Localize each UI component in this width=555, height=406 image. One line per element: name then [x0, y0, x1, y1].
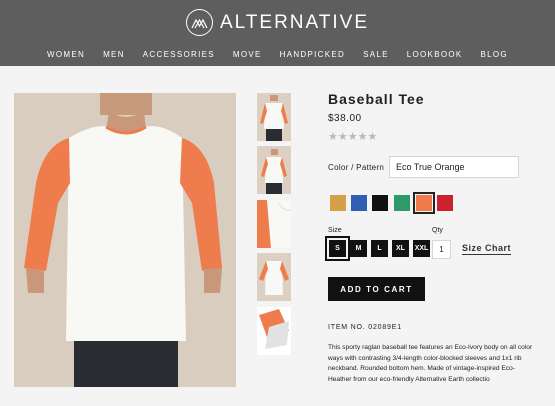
nav-accessories[interactable]: ACCESSORIES: [134, 50, 224, 59]
add-to-cart-button[interactable]: ADD TO CART: [328, 277, 425, 301]
swatch-orange[interactable]: [413, 192, 435, 214]
size-m-button[interactable]: M: [350, 240, 367, 257]
nav-women[interactable]: WOMEN: [38, 50, 94, 59]
nav-move[interactable]: MOVE: [224, 50, 271, 59]
thumbnail-flat[interactable]: [257, 253, 291, 301]
thumbnail-front[interactable]: [257, 93, 291, 141]
main-nav: WOMEN MEN ACCESSORIES MOVE HANDPICKED SA…: [0, 50, 555, 59]
site-header: ALTERNATIVE WOMEN MEN ACCESSORIES MOVE H…: [0, 0, 555, 66]
logo[interactable]: ALTERNATIVE: [0, 9, 555, 36]
size-l-button[interactable]: L: [371, 240, 388, 257]
brand-name: ALTERNATIVE: [219, 11, 370, 33]
nav-men[interactable]: MEN: [94, 50, 134, 59]
color-pattern-field[interactable]: Eco True Orange: [389, 156, 519, 178]
thumbnail-side[interactable]: [257, 146, 291, 194]
size-xxl-button[interactable]: XXL: [413, 240, 430, 257]
nav-handpicked[interactable]: HANDPICKED: [271, 50, 354, 59]
nav-sale[interactable]: SALE: [354, 50, 398, 59]
swatch-blue[interactable]: [351, 195, 367, 211]
swatch-green[interactable]: [394, 195, 410, 211]
thumbnail-fabric-swatch[interactable]: [257, 307, 291, 355]
size-chart-link[interactable]: Size Chart: [462, 243, 512, 255]
nav-lookbook[interactable]: LOOKBOOK: [398, 50, 472, 59]
product-description: This sporty raglan baseball tee features…: [328, 344, 533, 383]
mountain-monogram-icon: [185, 9, 213, 36]
quantity-input[interactable]: 1: [432, 240, 451, 259]
rating-stars[interactable]: ★★★★★: [328, 130, 377, 143]
qty-label: Qty: [432, 227, 443, 234]
item-number: ITEM NO. 02089E1: [328, 324, 402, 331]
size-s-button[interactable]: S: [325, 236, 350, 261]
size-xl-button[interactable]: XL: [392, 240, 409, 257]
thumbnail-closeup[interactable]: [257, 200, 291, 248]
product-main-image[interactable]: [14, 93, 236, 387]
nav-blog[interactable]: BLOG: [472, 50, 517, 59]
swatch-black[interactable]: [372, 195, 388, 211]
product-title: Baseball Tee: [328, 91, 425, 107]
size-label: Size: [328, 227, 342, 234]
product-price: $38.00: [328, 113, 362, 124]
swatch-red[interactable]: [437, 195, 453, 211]
color-pattern-label: Color / Pattern: [328, 163, 385, 172]
swatch-gold[interactable]: [330, 195, 346, 211]
